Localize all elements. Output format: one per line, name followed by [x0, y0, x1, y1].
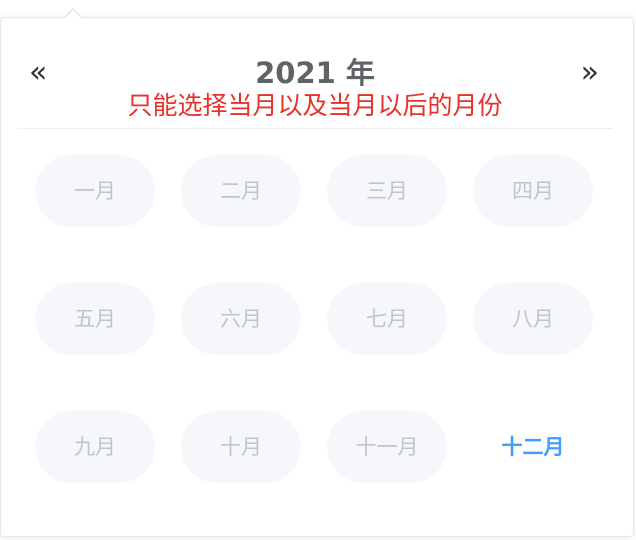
month-cell-4: 四月 — [473, 155, 593, 227]
month-cell-3: 三月 — [327, 155, 447, 227]
month-cell-5: 五月 — [35, 283, 155, 355]
month-cell-10: 十月 — [181, 411, 301, 483]
month-picker-popover: « 2021 年 只能选择当月以及当月以后的月份 » 一月 二月 三月 四月 五… — [0, 17, 634, 537]
year-label[interactable]: 2021 年 — [17, 56, 613, 90]
month-cell-6: 六月 — [181, 283, 301, 355]
month-cell-11: 十一月 — [327, 411, 447, 483]
month-cell-12[interactable]: 十二月 — [473, 411, 593, 483]
month-cell-1: 一月 — [35, 155, 155, 227]
month-cell-9: 九月 — [35, 411, 155, 483]
double-chevron-right-icon[interactable]: » — [581, 58, 599, 88]
popover-arrow-inner — [65, 10, 81, 18]
month-cell-2: 二月 — [181, 155, 301, 227]
month-cell-7: 七月 — [327, 283, 447, 355]
month-grid: 一月 二月 三月 四月 五月 六月 七月 八月 九月 十月 十一月 十二月 — [35, 155, 595, 525]
picker-header: « 2021 年 只能选择当月以及当月以后的月份 » — [17, 54, 613, 129]
month-cell-8: 八月 — [473, 283, 593, 355]
selection-tip: 只能选择当月以及当月以后的月份 — [127, 91, 503, 120]
